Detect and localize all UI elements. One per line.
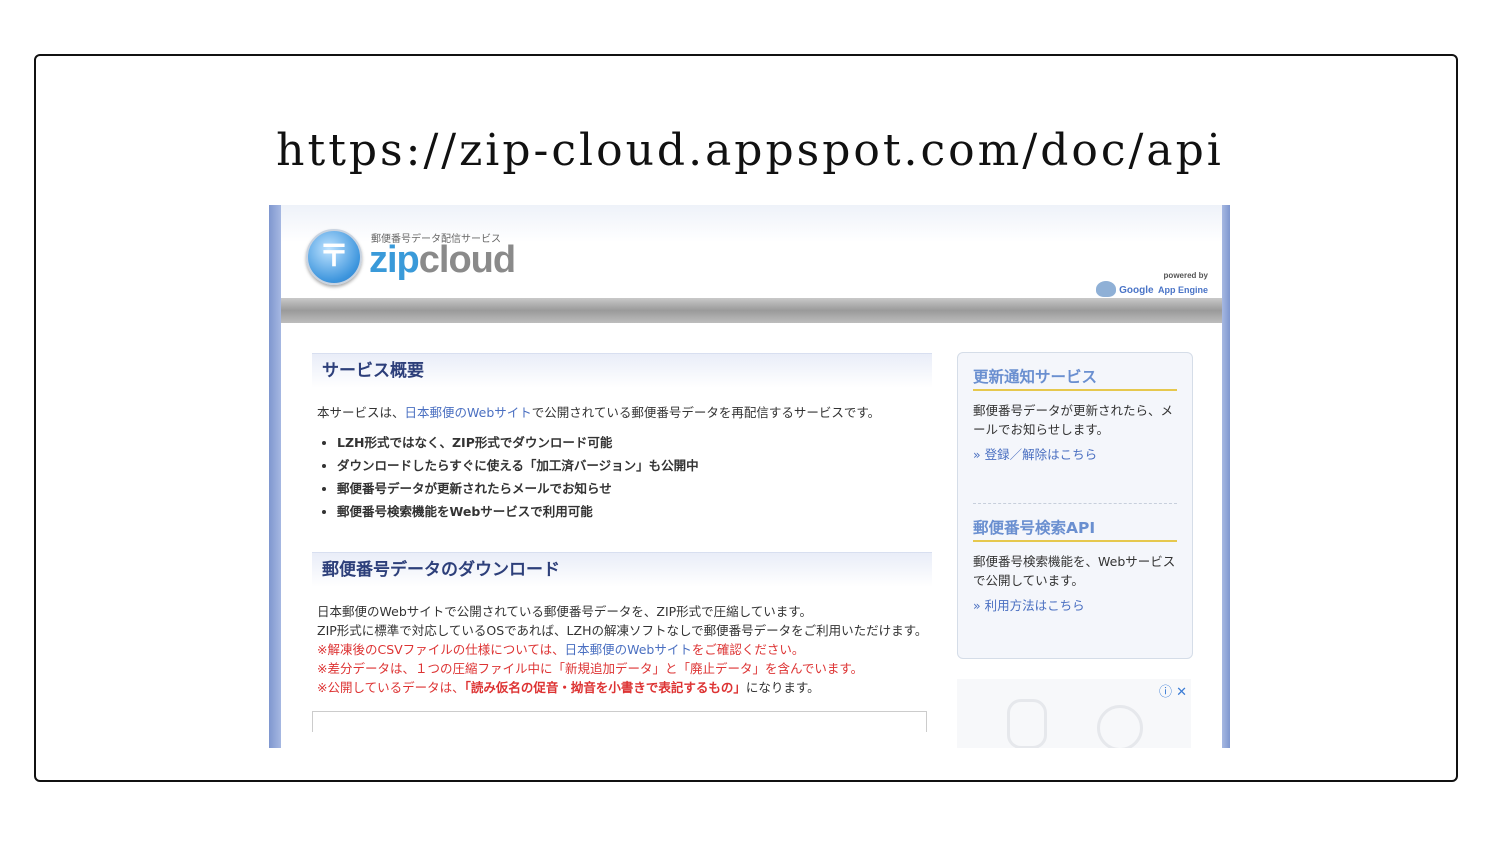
notice-kana: ※公開しているデータは、「読み仮名の促音・拗音を小書きで表記するもの」になります… [317,678,932,697]
notice-3-text: ※公開しているデータは、 [317,680,465,695]
powered-by-badge[interactable]: powered by Google App Engine [1096,271,1208,298]
download-table [312,711,927,732]
notice-3-bold: 「読み仮名の促音・拗音を小書きで表記するもの」 [464,680,746,695]
sidebar: 更新通知サービス 郵便番号データが更新されたら、メールでお知らせします。 » 登… [957,352,1193,659]
powered-by-label: powered by [1163,271,1208,280]
powered-engine: App Engine [1158,285,1208,295]
left-border [269,205,281,748]
list-item: 郵便番号データが更新されたらメールでお知らせ [337,480,932,498]
page-body: 〒 郵便番号データ配信サービス zipcloud powered by Goog… [281,205,1222,748]
notice-1-end: をご確認ください。 [691,642,805,657]
list-item: ダウンロードしたらすぐに使える「加工済バージョン」も公開中 [337,457,932,475]
right-border [1222,205,1230,748]
notice-csv-spec: ※解凍後のCSVファイルの仕様については、日本郵便のWebサイトをご確認ください… [317,640,932,659]
ad-close-icon[interactable]: ⓘ ✕ [1159,681,1187,700]
website-screenshot: 〒 郵便番号データ配信サービス zipcloud powered by Goog… [269,205,1230,748]
main-content: サービス概要 本サービスは、日本郵便のWebサイトで公開されている郵便番号データ… [312,353,932,732]
nav-bar [281,298,1222,323]
search-api-title: 郵便番号検索API [973,516,1177,542]
search-api-block: 郵便番号検索API 郵便番号検索機能を、Webサービスで公開しています。 » 利… [973,516,1177,614]
notice-diff-data: ※差分データは、１つの圧縮ファイル中に「新規追加データ」と「廃止データ」を含んで… [317,661,864,676]
update-notify-text: 郵便番号データが更新されたら、メールでお知らせします。 [973,403,1174,437]
intro-text: 本サービスは、 [317,405,405,420]
sidebar-divider [973,503,1177,504]
download-description: 日本郵便のWebサイトで公開されている郵便番号データを、ZIP形式で圧縮していま… [317,602,932,697]
notice-1-text: ※解凍後のCSVファイルの仕様については、 [317,642,565,657]
japan-post-link-2[interactable]: 日本郵便のWebサイト [565,642,692,657]
powered-google: Google [1119,285,1154,296]
overview-intro: 本サービスは、日本郵便のWebサイトで公開されている郵便番号データを再配信するサ… [317,403,932,422]
intro-text-end: で公開されている郵便番号データを再配信するサービスです。 [531,405,881,420]
japan-post-link[interactable]: 日本郵便のWebサイト [405,405,532,420]
search-api-text: 郵便番号検索機能を、Webサービスで公開しています。 [973,554,1176,588]
logo-cloud-text: cloud [418,239,516,281]
app-engine-icon [1096,280,1117,297]
feature-list: LZH形式ではなく、ZIP形式でダウンロード可能 ダウンロードしたらすぐに使える… [317,434,932,521]
section-title-download: 郵便番号データのダウンロード [312,552,932,587]
download-line-1: 日本郵便のWebサイトで公開されている郵便番号データを、ZIP形式で圧縮していま… [317,604,813,619]
list-item: 郵便番号検索機能をWebサービスで利用可能 [337,503,932,521]
api-usage-link[interactable]: » 利用方法はこちら [973,595,1177,614]
ad-banner[interactable]: ⓘ ✕ [957,679,1191,748]
list-item: LZH形式ではなく、ZIP形式でダウンロード可能 [337,434,932,452]
notice-3-end: になります。 [745,680,820,695]
update-notify-block: 更新通知サービス 郵便番号データが更新されたら、メールでお知らせします。 » 登… [973,365,1177,463]
site-header: 〒 郵便番号データ配信サービス zipcloud powered by Goog… [281,205,1222,298]
download-line-2: ZIP形式に標準で対応しているOSであれば、LZHの解凍ソフトなしで郵便番号デー… [317,623,928,638]
register-link[interactable]: » 登録／解除はこちら [973,444,1177,463]
logo-zip-text: zip [369,239,420,281]
site-logo[interactable]: zipcloud [369,239,516,282]
update-notify-title: 更新通知サービス [973,365,1177,391]
ad-graphic-icon [1007,699,1047,748]
postal-mark-icon[interactable]: 〒 [306,229,362,285]
url-heading: https://zip-cloud.appspot.com/doc/api [276,125,1224,176]
section-title-overview: サービス概要 [312,353,932,388]
ad-graphic-icon [1097,705,1143,748]
